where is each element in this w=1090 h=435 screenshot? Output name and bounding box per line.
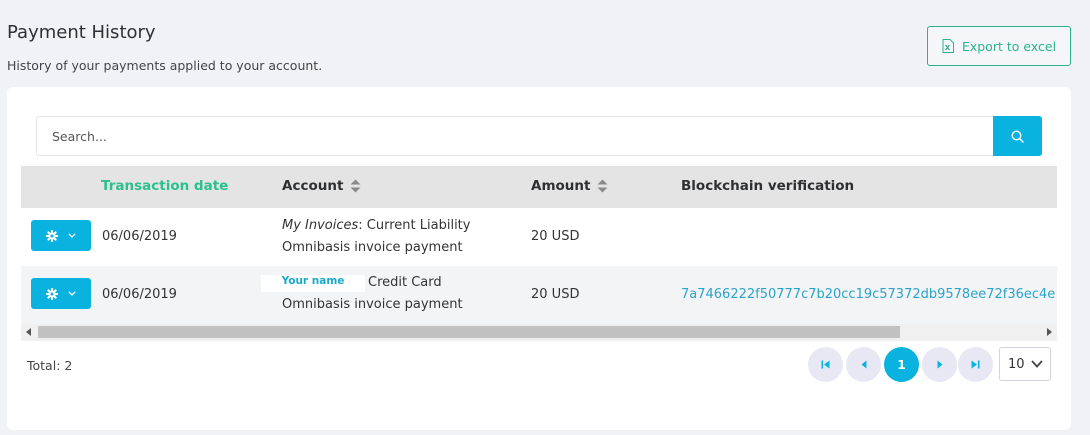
- chevron-right-icon: [937, 360, 942, 369]
- chevron-down-icon: [68, 291, 76, 296]
- page-button-current[interactable]: 1: [884, 347, 919, 382]
- page-title: Payment History: [7, 22, 156, 43]
- scroll-right-icon[interactable]: [1047, 328, 1052, 336]
- last-page-button[interactable]: [958, 347, 993, 382]
- amount: 20 USD: [531, 229, 580, 244]
- column-header-blockchain-verification: Blockchain verification: [681, 178, 854, 194]
- your-name-overlay: Your name: [261, 275, 365, 292]
- search-bar: [36, 116, 1042, 156]
- chevron-left-icon: [861, 360, 866, 369]
- account-category: My Invoices: [282, 218, 359, 233]
- export-button-label: Export to excel: [961, 38, 1057, 54]
- column-label: Transaction date: [101, 178, 229, 194]
- column-header-amount[interactable]: Amount: [531, 178, 608, 194]
- search-icon: [1011, 129, 1024, 143]
- horizontal-scrollbar[interactable]: [21, 324, 1057, 341]
- search-button[interactable]: [993, 116, 1042, 156]
- sort-icon: [597, 179, 608, 193]
- column-label: Amount: [531, 178, 591, 194]
- account-type: : Current Liability: [358, 218, 471, 233]
- last-page-icon: [971, 360, 980, 369]
- chevron-down-icon: [1030, 360, 1043, 368]
- column-label: Blockchain verification: [681, 178, 855, 194]
- account-name: My Invoices: Current Liability: [282, 218, 470, 233]
- export-to-excel-button[interactable]: Export to excel: [927, 26, 1071, 66]
- column-header-transaction-date[interactable]: Transaction date: [101, 178, 228, 194]
- payment-history-card: Transaction date Account Amount Blockcha…: [7, 87, 1071, 430]
- account-name: Your name Credit Card: [261, 275, 442, 292]
- table-row: 06/06/2019 My Invoices: Current Liabilit…: [21, 208, 1057, 266]
- column-label: Account: [282, 178, 344, 194]
- column-header-account[interactable]: Account: [282, 178, 361, 194]
- first-page-button[interactable]: [808, 347, 843, 382]
- table-header: Transaction date Account Amount Blockcha…: [21, 166, 1057, 208]
- account-type: Credit Card: [368, 275, 442, 290]
- previous-page-button[interactable]: [846, 347, 881, 382]
- transaction-date: 06/06/2019: [102, 287, 177, 302]
- scrollbar-thumb[interactable]: [38, 326, 900, 338]
- total-count: Total: 2: [27, 358, 73, 373]
- account-description: Omnibasis invoice payment: [282, 297, 463, 312]
- row-actions-button[interactable]: [31, 220, 91, 251]
- chevron-down-icon: [68, 233, 76, 238]
- scroll-left-icon[interactable]: [26, 328, 31, 336]
- rows-per-page-value: 10: [1008, 356, 1025, 372]
- amount: 20 USD: [531, 287, 580, 302]
- sort-icon: [350, 179, 361, 193]
- account-description: Omnibasis invoice payment: [282, 240, 463, 255]
- rows-per-page-select[interactable]: 10: [999, 347, 1051, 381]
- transaction-date: 06/06/2019: [102, 229, 177, 244]
- payments-table: Transaction date Account Amount Blockcha…: [21, 166, 1057, 341]
- next-page-button[interactable]: [922, 347, 957, 382]
- page-subtitle: History of your payments applied to your…: [7, 58, 323, 73]
- gear-icon: [46, 287, 58, 300]
- row-actions-button[interactable]: [31, 278, 91, 309]
- table-row: 06/06/2019 Your name Credit Card Omnibasi…: [21, 266, 1057, 324]
- gear-icon: [46, 229, 58, 242]
- search-input[interactable]: [37, 117, 993, 155]
- blockchain-hash-link[interactable]: 7a7466222f50777c7b20cc19c57372db9578ee72…: [681, 287, 1055, 302]
- first-page-icon: [821, 360, 830, 369]
- excel-file-icon: [942, 39, 954, 53]
